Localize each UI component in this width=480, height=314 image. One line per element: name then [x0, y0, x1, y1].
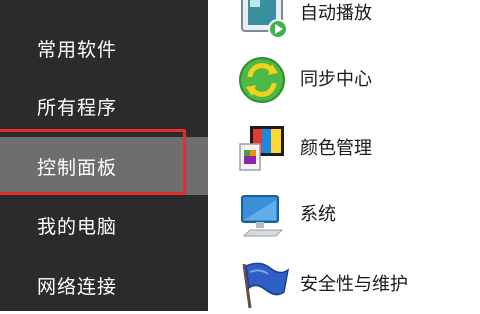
security-flag-icon [236, 260, 294, 310]
list-item-sync-center[interactable]: 同步中心 [208, 55, 480, 105]
list-item-label: 安全性与维护 [300, 274, 408, 295]
sidebar-item-all-programs[interactable]: 所有程序 [0, 77, 208, 135]
list-item-label: 颜色管理 [300, 138, 372, 159]
highlight-annotation [0, 129, 186, 195]
list-item-autoplay[interactable]: 自动播放 [208, 0, 480, 39]
sidebar-item-label: 常用软件 [37, 38, 118, 61]
control-panel-list: 自动播放 同步中心 颜色管理 系统 安全性与维护 [208, 0, 480, 311]
sidebar-item-common-software[interactable]: 常用软件 [0, 19, 208, 77]
sidebar: 常用软件 所有程序 控制面板 我的电脑 网络连接 [0, 0, 208, 311]
list-item-label: 同步中心 [300, 69, 372, 90]
color-management-icon [236, 124, 294, 174]
sync-center-icon [236, 55, 294, 105]
sidebar-item-label: 所有程序 [37, 96, 118, 119]
sidebar-item-label: 我的电脑 [37, 215, 118, 238]
system-icon [236, 190, 294, 240]
sidebar-item-my-computer[interactable]: 我的电脑 [0, 196, 208, 254]
start-menu: 常用软件 所有程序 控制面板 我的电脑 网络连接 自动播放 同步中心 颜色管理 … [0, 0, 480, 311]
sidebar-item-label: 网络连接 [37, 275, 118, 298]
list-item-label: 自动播放 [300, 3, 372, 24]
list-item-security-maintenance[interactable]: 安全性与维护 [208, 260, 480, 310]
list-item-color-management[interactable]: 颜色管理 [208, 124, 480, 174]
sidebar-item-network-connections[interactable]: 网络连接 [0, 256, 208, 314]
list-item-system[interactable]: 系统 [208, 190, 480, 240]
list-item-label: 系统 [300, 204, 336, 225]
autoplay-icon [236, 0, 294, 39]
